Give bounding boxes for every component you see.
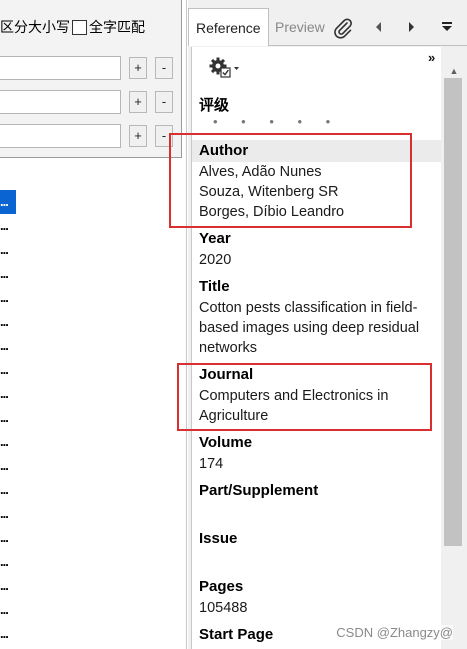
whole-word-label[interactable]: 全字匹配	[89, 17, 145, 37]
search-row-1: + -	[0, 56, 182, 80]
add-row-button[interactable]: +	[129, 91, 147, 113]
list-item[interactable]: ...	[0, 310, 16, 334]
remove-row-button[interactable]: -	[155, 125, 173, 147]
volume-value: 174	[199, 456, 224, 472]
left-pane: 区分大小写 全字匹配 + - + - + - ... ... ... ... .…	[0, 0, 187, 649]
list-item[interactable]: ...	[0, 262, 16, 286]
rating-stars[interactable]: • • • • •	[213, 115, 340, 129]
reference-list: ... ... ... ... ... ... ... ... ... ... …	[0, 190, 16, 646]
journal-field[interactable]: Journal Computers and Electronics in Agr…	[192, 364, 442, 426]
list-item[interactable]: ...	[0, 526, 16, 550]
scroll-thumb[interactable]	[444, 78, 462, 546]
list-item[interactable]: ...	[0, 622, 16, 646]
author-line: Alves, Adão Nunes	[199, 164, 322, 180]
list-item[interactable]: ...	[0, 286, 16, 310]
rating-label: 评级	[199, 97, 230, 114]
search-input-2[interactable]	[0, 90, 121, 114]
title-label: Title	[199, 278, 230, 295]
list-item[interactable]: ...	[0, 430, 16, 454]
scroll-up-icon[interactable]: ▲	[446, 64, 462, 78]
title-field[interactable]: Title Cotton pests classification in fie…	[192, 276, 442, 358]
tab-reference[interactable]: Reference	[188, 8, 269, 46]
volume-field[interactable]: Volume 174	[192, 432, 442, 474]
right-pane: Reference Preview 评级 • • • • • Author Al…	[188, 0, 467, 649]
search-input-1[interactable]	[0, 56, 121, 80]
part-supplement-label: Part/Supplement	[199, 482, 319, 499]
add-row-button[interactable]: +	[129, 57, 147, 79]
author-field[interactable]: Author Alves, Adão Nunes Souza, Witenber…	[192, 140, 442, 222]
list-item[interactable]: ...	[0, 406, 16, 430]
author-label: Author	[192, 140, 442, 162]
previous-arrow-icon[interactable]	[368, 16, 390, 38]
issue-field[interactable]: Issue	[192, 528, 442, 550]
settings-gear-icon[interactable]	[208, 56, 240, 80]
author-line: Souza, Witenberg SR	[199, 184, 339, 200]
list-item[interactable]: ...	[0, 334, 16, 358]
list-item[interactable]: ...	[0, 454, 16, 478]
search-row-2: + -	[0, 90, 182, 114]
match-case-label[interactable]: 区分大小写	[0, 17, 70, 37]
list-item[interactable]: ...	[0, 598, 16, 622]
list-item[interactable]: ...	[0, 238, 16, 262]
part-supplement-field[interactable]: Part/Supplement	[192, 480, 442, 502]
list-item[interactable]: ...	[0, 550, 16, 574]
expand-panel-icon[interactable]: »	[428, 50, 435, 65]
list-item[interactable]: ...	[0, 190, 16, 214]
whole-word-checkbox[interactable]	[72, 19, 87, 35]
list-item[interactable]: ...	[0, 358, 16, 382]
tab-bar: Reference Preview	[188, 8, 467, 46]
volume-label: Volume	[199, 434, 253, 451]
list-item[interactable]: ...	[0, 502, 16, 526]
vertical-scrollbar[interactable]: ▲	[441, 64, 467, 649]
list-item[interactable]: ...	[0, 382, 16, 406]
pages-field[interactable]: Pages 105488	[192, 576, 442, 618]
search-panel: 区分大小写 全字匹配 + - + - + -	[0, 0, 182, 158]
remove-row-button[interactable]: -	[155, 57, 173, 79]
issue-label: Issue	[199, 530, 238, 547]
pages-value: 105488	[199, 600, 248, 616]
year-field[interactable]: Year 2020	[192, 228, 442, 270]
list-item[interactable]: ...	[0, 478, 16, 502]
list-item[interactable]: ...	[0, 574, 16, 598]
reference-panel: 评级 • • • • • Author Alves, Adão Nunes So…	[191, 47, 442, 649]
paperclip-icon[interactable]	[332, 17, 354, 39]
next-arrow-icon[interactable]	[400, 16, 422, 38]
watermark: CSDN @Zhangzy@	[336, 625, 453, 640]
tab-preview[interactable]: Preview	[268, 8, 332, 46]
remove-row-button[interactable]: -	[155, 91, 173, 113]
author-line: Borges, Díbio Leandro	[199, 204, 345, 220]
title-value: Cotton pests classification in field-bas…	[199, 300, 420, 356]
pages-label: Pages	[199, 578, 244, 595]
list-item[interactable]: ...	[0, 214, 16, 238]
search-input-3[interactable]	[0, 124, 121, 148]
year-label: Year	[199, 230, 231, 247]
year-value: 2020	[199, 252, 232, 268]
panel-menu-icon[interactable]	[436, 16, 458, 38]
match-options: 区分大小写 全字匹配	[0, 17, 145, 37]
add-row-button[interactable]: +	[129, 125, 147, 147]
journal-value: Computers and Electronics in Agriculture	[199, 388, 389, 424]
journal-label: Journal	[199, 366, 254, 383]
search-row-3: + -	[0, 124, 182, 148]
